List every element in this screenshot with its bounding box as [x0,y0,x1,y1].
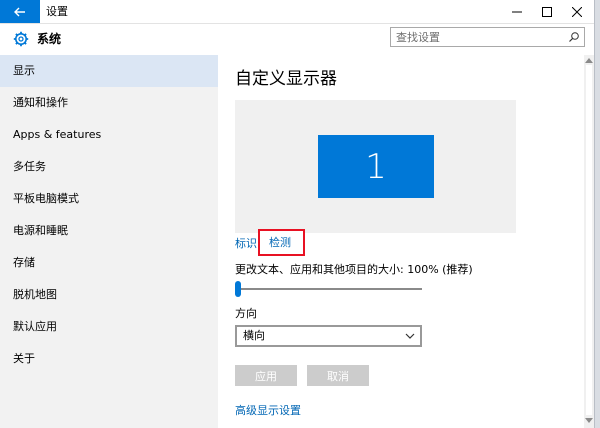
sidebar: 显示 通知和操作 Apps & features 多任务 平板电脑模式 电源和睡… [0,55,218,428]
orientation-select[interactable]: 横向 [235,325,422,347]
search-box[interactable] [390,27,585,47]
settings-window: 设置 系统 显示 通知和操作 A [0,0,594,428]
scale-label: 更改文本、应用和其他项目的大小: 100% (推荐) [235,263,473,276]
monitor-tile[interactable]: 1 [318,135,434,198]
orientation-label: 方向 [235,307,257,320]
minimize-button[interactable] [500,0,534,23]
scale-slider-thumb[interactable] [235,281,241,297]
sidebar-item-notifications[interactable]: 通知和操作 [0,87,218,119]
scroll-thumb[interactable] [586,65,592,415]
maximize-button[interactable] [530,0,564,23]
back-arrow-icon [14,7,25,16]
sidebar-item-display[interactable]: 显示 [0,55,218,87]
sidebar-item-apps-features[interactable]: Apps & features [0,119,218,151]
gear-icon [13,31,29,47]
sidebar-item-default-apps[interactable]: 默认应用 [0,311,218,343]
scroll-up-icon[interactable] [585,57,593,63]
detect-highlight-box: 检测 [258,229,305,256]
close-button[interactable] [560,0,594,23]
scroll-down-icon[interactable] [585,418,593,424]
search-icon[interactable] [568,31,580,43]
orientation-value: 横向 [243,329,265,342]
page-title: 系统 [37,32,62,46]
scale-slider-track[interactable] [235,288,422,290]
maximize-icon [542,6,552,17]
search-input[interactable] [396,29,561,45]
advanced-display-settings-link[interactable]: 高级显示设置 [235,404,301,418]
identify-link[interactable]: 标识 [235,237,257,251]
sidebar-item-tablet-mode[interactable]: 平板电脑模式 [0,183,218,215]
back-button[interactable] [0,0,40,23]
sidebar-item-about[interactable]: 关于 [0,343,218,375]
minimize-icon [512,11,522,12]
sidebar-item-storage[interactable]: 存储 [0,247,218,279]
window-title: 设置 [46,5,68,18]
apply-button[interactable]: 应用 [235,365,297,386]
scrollbar[interactable] [584,55,594,428]
close-icon [572,6,582,17]
cancel-button[interactable]: 取消 [307,365,369,386]
sidebar-item-offline-maps[interactable]: 脱机地图 [0,279,218,311]
section-title: 自定义显示器 [235,69,337,89]
detect-link[interactable]: 检测 [269,236,291,250]
chevron-down-icon [405,333,415,339]
sidebar-item-multitasking[interactable]: 多任务 [0,151,218,183]
sidebar-item-power-sleep[interactable]: 电源和睡眠 [0,215,218,247]
title-bar: 设置 [0,0,594,24]
